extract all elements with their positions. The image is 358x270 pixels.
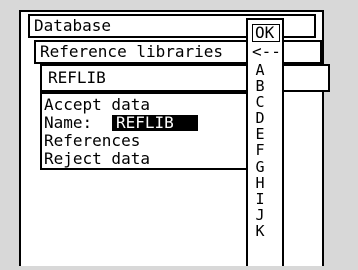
letter-e[interactable]: E bbox=[253, 127, 267, 142]
ok-button-label: OK bbox=[255, 23, 275, 42]
letter-picker: OK <-- A B C D E F G H I J K bbox=[246, 18, 284, 266]
reject-data-option[interactable]: Reject data bbox=[44, 151, 150, 167]
letter-c[interactable]: C bbox=[253, 95, 267, 110]
back-button[interactable]: <-- bbox=[252, 44, 281, 60]
letter-j[interactable]: J bbox=[253, 208, 267, 223]
library-options-dialog: Accept data Name: REFLIB References Reje… bbox=[40, 92, 252, 170]
device-screen: Database Reference libraries REFLIB Acce… bbox=[0, 0, 358, 270]
database-menu-label: Database bbox=[34, 16, 112, 35]
accept-data-option[interactable]: Accept data bbox=[44, 97, 150, 113]
library-selector[interactable]: REFLIB bbox=[40, 64, 330, 92]
letter-d[interactable]: D bbox=[253, 111, 267, 126]
letter-h[interactable]: H bbox=[253, 176, 267, 191]
name-label: Name: bbox=[44, 113, 102, 132]
letter-a[interactable]: A bbox=[253, 63, 267, 78]
letter-f[interactable]: F bbox=[253, 143, 267, 158]
letter-b[interactable]: B bbox=[253, 79, 267, 94]
letter-i[interactable]: I bbox=[253, 192, 267, 207]
references-option[interactable]: References bbox=[44, 133, 140, 149]
letter-g[interactable]: G bbox=[253, 160, 267, 175]
ok-button[interactable]: OK bbox=[252, 24, 280, 42]
letter-k[interactable]: K bbox=[253, 224, 267, 239]
library-name: REFLIB bbox=[48, 68, 106, 87]
reference-libraries-label: Reference libraries bbox=[40, 42, 224, 61]
name-field[interactable]: REFLIB bbox=[112, 115, 198, 131]
